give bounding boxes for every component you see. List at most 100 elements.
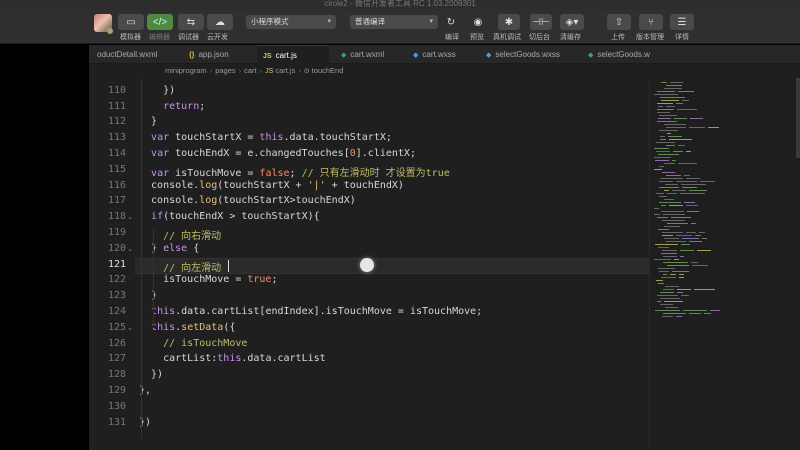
minimap-line <box>658 154 679 155</box>
code-editor[interactable]: 109110111112113114115116117118⌄119120⌄12… <box>89 78 649 450</box>
minimap-line <box>699 232 705 233</box>
debug-icon: ⇆ <box>186 16 196 28</box>
minimap-line <box>656 280 663 281</box>
editor-button[interactable]: </> <box>147 14 173 30</box>
minimap-line <box>658 247 669 248</box>
line-number: 130 <box>107 400 126 412</box>
fold-chevron-icon[interactable]: ⌄ <box>127 213 133 221</box>
code-line[interactable]: this.data.cartList[endIndex].isTouchMove… <box>139 306 482 317</box>
minimap-line <box>680 193 705 194</box>
minimap-line <box>687 211 699 212</box>
minimap-line <box>689 127 705 128</box>
clear-cache-button[interactable]: ◈▾ <box>560 14 584 30</box>
minimap-line <box>662 172 675 173</box>
code-line[interactable]: }) <box>139 369 163 380</box>
minimap-line <box>656 193 664 194</box>
code-line[interactable]: }) <box>139 85 175 96</box>
minimap-line <box>660 97 685 98</box>
line-number: 121 <box>107 258 126 270</box>
minimap-line <box>664 199 674 200</box>
debugger-button[interactable]: ⇆ <box>178 14 204 30</box>
minimap-line <box>670 274 676 275</box>
tab-label: cart.wxss <box>422 50 456 59</box>
minimap-line <box>664 190 669 191</box>
minimap-line <box>681 184 706 185</box>
cloud-dev-button[interactable]: ☁ <box>207 14 233 30</box>
breadcrumb-item[interactable]: cart <box>244 66 257 75</box>
tab-app-json[interactable]: {} app.json <box>189 45 259 64</box>
tab-cart-wxml[interactable]: ◆ cart.wxml <box>337 45 412 64</box>
simulator-button[interactable]: ▭ <box>118 14 144 30</box>
code-line[interactable]: return; <box>139 101 205 112</box>
line-number: 113 <box>107 132 126 144</box>
tab-selectgoods-wxml[interactable]: ◆ selectGoods.w <box>584 45 664 64</box>
minimap-line <box>664 301 683 302</box>
minimap-line <box>659 166 664 167</box>
minimap-line <box>682 187 697 188</box>
code-line[interactable]: cartList:this.data.cartList <box>139 78 338 80</box>
minimap-line <box>658 268 675 269</box>
tab-selectgoods-wxss[interactable]: ◆ selectGoods.wxss <box>482 45 579 64</box>
minimap[interactable] <box>649 78 800 450</box>
code-line[interactable]: var isTouchMove = false; // 只有左滑动时 才设置为t… <box>139 164 450 179</box>
code-line[interactable]: var touchStartX = this.data.touchStartX; <box>139 132 392 143</box>
fold-chevron-icon[interactable]: ⌄ <box>127 245 133 253</box>
fold-chevron-icon[interactable]: ⌄ <box>127 324 133 332</box>
minimap-line <box>674 118 687 119</box>
minimap-line <box>658 283 664 284</box>
breadcrumb-item[interactable]: cart.js <box>275 66 295 75</box>
minimap-line <box>689 190 707 191</box>
version-button[interactable]: ⑂ <box>639 14 663 30</box>
tab-productdetail-wxml[interactable]: oductDetail.wxml <box>93 45 193 64</box>
refresh-icon: ↻ <box>446 16 456 28</box>
code-line[interactable]: console.log(touchStartX>touchEndX) <box>139 195 356 206</box>
compile-button[interactable]: ↻ <box>441 14 461 30</box>
cloud-dev-label: 云开发 <box>207 34 228 41</box>
minimap-line <box>678 91 694 92</box>
tab-cart-wxss[interactable]: ◆ cart.wxss <box>409 45 484 64</box>
minimap-line <box>677 109 697 110</box>
minimap-line <box>661 205 666 206</box>
preview-button[interactable]: ◉ <box>467 14 489 30</box>
code-line[interactable]: } else { <box>139 243 199 254</box>
minimap-line <box>666 145 675 146</box>
minimap-line <box>660 298 680 299</box>
minimap-line <box>654 169 662 170</box>
minimap-line <box>663 262 688 263</box>
minimap-line <box>665 286 679 287</box>
minimap-line <box>660 304 673 305</box>
background-button[interactable]: ⊣⊢ <box>530 14 552 30</box>
minimap-line <box>662 220 685 221</box>
minimap-line <box>658 118 671 119</box>
minimap-line <box>654 208 659 209</box>
mode-select[interactable]: 小程序模式 ▾ <box>246 15 336 29</box>
compile-select[interactable]: 普通编译 ▾ <box>350 15 438 29</box>
minimap-line <box>660 178 683 179</box>
code-line[interactable]: if(touchEndX > touchStartX){ <box>139 211 320 222</box>
details-button[interactable]: ☰ <box>670 14 694 30</box>
upload-button[interactable]: ⇧ <box>607 14 631 30</box>
editor-label: 编辑器 <box>149 34 170 41</box>
chevron-right-icon: › <box>259 66 263 75</box>
code-line[interactable]: // 向右滑动 <box>139 227 221 242</box>
minimap-line <box>683 310 707 311</box>
code-line[interactable]: console.log(touchStartX + '|' + touchEnd… <box>139 180 404 191</box>
remote-debug-button[interactable]: ✱ <box>498 14 520 30</box>
code-line[interactable]: cartList:this.data.cartList <box>139 353 326 364</box>
line-number: 119 <box>107 227 126 238</box>
code-line[interactable]: // 向左滑动 <box>139 259 221 274</box>
code-line[interactable]: var touchEndX = e.changedTouches[0].clie… <box>139 148 416 159</box>
minimap-line <box>661 277 676 278</box>
code-line[interactable]: isTouchMove = true; <box>139 274 277 285</box>
scrollbar[interactable] <box>796 78 800 158</box>
branch-icon: ⑂ <box>648 16 654 28</box>
code-line[interactable]: // isTouchMove <box>139 338 247 349</box>
window-titlebar: cirole2 - 微信开发者工具 RC 1.03.2009301 <box>0 0 800 10</box>
minimap-line <box>686 205 698 206</box>
tab-cart-js[interactable]: JS cart.js <box>257 45 329 64</box>
minimap-line <box>663 214 685 215</box>
editor-tabbar: oductDetail.wxml {} app.json JS cart.js ◆ c… <box>89 45 800 64</box>
breadcrumb-item[interactable]: touchEnd <box>312 66 344 75</box>
breadcrumb-item[interactable]: pages <box>215 66 235 75</box>
breadcrumb-item[interactable]: miniprogram <box>165 66 207 75</box>
